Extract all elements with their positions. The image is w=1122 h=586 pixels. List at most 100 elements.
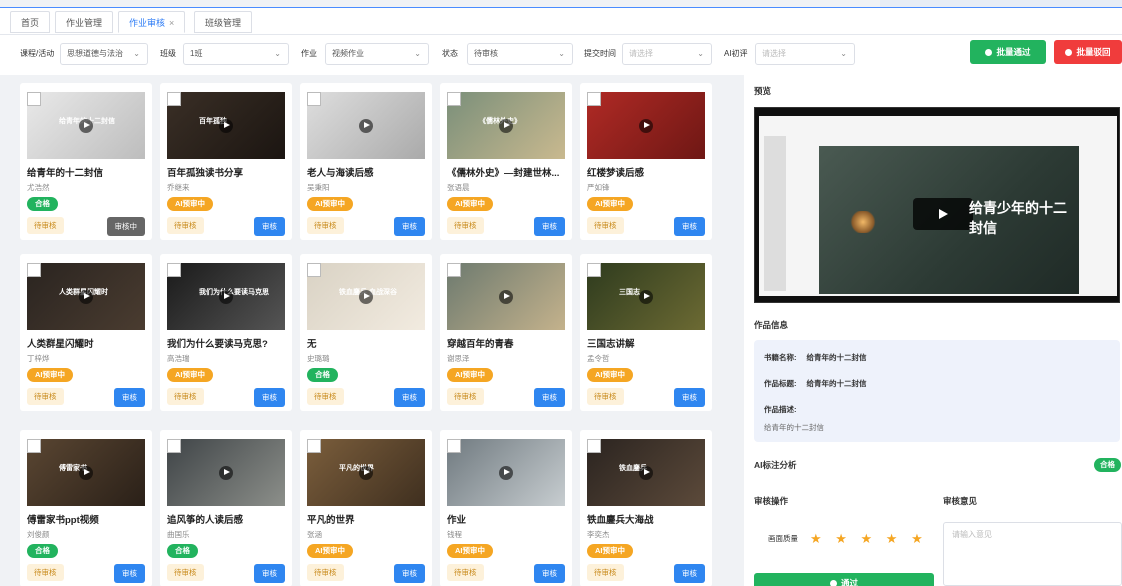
video-thumbnail[interactable]: 给青年的十二封信 — [27, 92, 145, 159]
homework-card[interactable]: 三国志 三国志讲解 孟令哲 AI预审中 待审核 审核 — [580, 254, 712, 411]
select-checkbox[interactable] — [167, 92, 181, 106]
homework-select[interactable]: 视频作业 ⌄ — [325, 43, 429, 65]
video-thumbnail[interactable]: 《儒林外史》 — [447, 92, 565, 159]
homework-card[interactable]: 作业 钱程 AI预审中 待审核 审核 — [440, 430, 572, 586]
select-checkbox[interactable] — [447, 439, 461, 453]
card-author: 尤浩然 — [27, 183, 50, 192]
video-thumbnail[interactable]: 傅雷家书 — [27, 439, 145, 506]
video-thumbnail[interactable]: 铁血鏖兵 — [587, 439, 705, 506]
card-title: 傅雷家书ppt视频 — [27, 515, 99, 526]
homework-card[interactable]: 铁血鏖兵 血战深谷无史璐璐 合格 待审核 审核 — [300, 254, 432, 411]
select-checkbox[interactable] — [27, 439, 41, 453]
homework-card[interactable]: 穿越百年的青春 谢思泽 AI预审中 待审核 审核 — [440, 254, 572, 411]
review-button[interactable]: 审核中 — [106, 217, 145, 236]
review-button[interactable]: 审核 — [254, 217, 285, 236]
video-thumbnail[interactable]: 铁血鏖兵 血战深谷 — [307, 263, 425, 330]
select-checkbox[interactable] — [27, 263, 41, 277]
review-button[interactable]: 审核 — [674, 564, 705, 583]
course-select[interactable]: 思想道德与法治 ⌄ — [60, 43, 148, 65]
play-icon[interactable] — [639, 289, 653, 304]
select-checkbox[interactable] — [307, 439, 321, 453]
play-icon[interactable] — [499, 118, 513, 133]
homework-card[interactable]: 百年孤独 百年孤独读书分享 乔继来 AI预审中 待审核 审核 — [160, 83, 292, 240]
submit-time-select[interactable]: 请选择 ⌄ — [622, 43, 712, 65]
homework-card[interactable]: 平凡的世界 平凡的世界 张涵 AI预审中 待审核 审核 — [300, 430, 432, 586]
homework-card[interactable]: 傅雷家书 傅雷家书ppt视频 刘俊颜 合格 待审核 审核 — [20, 430, 152, 586]
ai-review-select[interactable]: 请选择 ⌄ — [755, 43, 855, 65]
select-checkbox[interactable] — [167, 263, 181, 277]
review-button[interactable]: 审核 — [254, 564, 285, 583]
homework-card[interactable]: 《儒林外史》《儒林外史》—封建世林... 张语晨 AI预审中待审核 审核 — [440, 83, 572, 240]
play-icon[interactable] — [79, 465, 93, 480]
pending-tag: 待审核 — [307, 388, 344, 405]
play-icon[interactable] — [639, 465, 653, 480]
status-select[interactable]: 待审核 ⌄ — [467, 43, 573, 65]
select-checkbox[interactable] — [27, 92, 41, 106]
homework-card[interactable]: 追风筝的人读后感 曲国乐 合格 待审核 审核 — [160, 430, 292, 586]
review-button[interactable]: 审核 — [114, 564, 145, 583]
play-icon[interactable] — [359, 289, 373, 304]
select-checkbox[interactable] — [447, 92, 461, 106]
tab-homework-review[interactable]: 作业审核 × — [118, 11, 186, 33]
select-checkbox[interactable] — [167, 439, 181, 453]
homework-card[interactable]: 红楼梦读后感 严如锋 AI预审中 待审核 审核 — [580, 83, 712, 240]
review-button[interactable]: 审核 — [534, 564, 565, 583]
video-thumbnail[interactable]: 我们为什么要读马克思 — [167, 263, 285, 330]
select-checkbox[interactable] — [587, 263, 601, 277]
pass-button[interactable]: 通过 — [754, 573, 934, 586]
video-thumbnail[interactable] — [307, 92, 425, 159]
status-badge: 合格 — [307, 368, 338, 382]
review-button[interactable]: 审核 — [394, 217, 425, 236]
close-icon[interactable]: × — [169, 18, 174, 28]
star-rating[interactable]: ★ ★ ★ ★ ★ — [810, 531, 928, 547]
tab-class-management[interactable]: 班级管理 — [194, 11, 253, 33]
review-button[interactable]: 审核 — [254, 388, 285, 407]
video-thumbnail[interactable]: 百年孤独 — [167, 92, 285, 159]
play-icon[interactable] — [499, 289, 513, 304]
tab-homework-management[interactable]: 作业管理 — [55, 11, 114, 33]
tab-home[interactable]: 首页 — [10, 11, 51, 33]
homework-card[interactable]: 我们为什么要读马克思 我们为什么要读马克思? 高浩瑞 AI预审中 待审核 审核 — [160, 254, 292, 411]
homework-card[interactable]: 老人与海读后感 吴秉阳 AI预审中 待审核 审核 — [300, 83, 432, 240]
play-icon[interactable] — [639, 118, 653, 133]
play-icon[interactable] — [913, 198, 973, 230]
play-icon[interactable] — [499, 465, 513, 480]
batch-reject-button[interactable]: 批量驳回 — [1054, 40, 1122, 64]
play-icon[interactable] — [219, 118, 233, 133]
video-thumbnail[interactable] — [587, 92, 705, 159]
class-select[interactable]: 1班 ⌄ — [183, 43, 289, 65]
play-icon[interactable] — [359, 118, 373, 133]
review-button[interactable]: 审核 — [114, 388, 145, 407]
video-preview[interactable]: 给青少年的十二封信 — [754, 107, 1120, 303]
select-checkbox[interactable] — [307, 92, 321, 106]
play-icon[interactable] — [219, 465, 233, 480]
video-thumbnail[interactable] — [447, 263, 565, 330]
review-button[interactable]: 审核 — [674, 388, 705, 407]
review-button[interactable]: 审核 — [394, 564, 425, 583]
play-icon[interactable] — [359, 465, 373, 480]
select-checkbox[interactable] — [587, 92, 601, 106]
play-icon[interactable] — [219, 289, 233, 304]
video-thumbnail[interactable]: 平凡的世界 — [307, 439, 425, 506]
homework-card[interactable]: 铁血鏖兵 铁血鏖兵大海战 李奕杰 AI预审中 待审核 审核 — [580, 430, 712, 586]
opinion-input[interactable]: 请输入意见 — [943, 522, 1122, 586]
homework-card[interactable]: 人类群星闪耀时人类群星闪耀时丁梓烨AI预审中待审核审核 — [20, 254, 152, 411]
review-button[interactable]: 审核 — [534, 388, 565, 407]
video-thumbnail[interactable]: 三国志 — [587, 263, 705, 330]
video-thumbnail[interactable] — [447, 439, 565, 506]
batch-pass-button[interactable]: 批量通过 — [970, 40, 1046, 64]
status-value: 待审核 — [474, 49, 498, 58]
select-checkbox[interactable] — [307, 263, 321, 277]
chevron-down-icon: ⌄ — [274, 49, 281, 58]
video-thumbnail[interactable]: 人类群星闪耀时 — [27, 263, 145, 330]
review-button[interactable]: 审核 — [394, 388, 425, 407]
play-icon[interactable] — [79, 289, 93, 304]
play-icon[interactable] — [79, 118, 93, 133]
select-checkbox[interactable] — [447, 263, 461, 277]
review-button[interactable]: 审核 — [534, 217, 565, 236]
homework-card[interactable]: 给青年的十二封信给青年的十二封信尤浩然合格待审核审核中 — [20, 83, 152, 240]
video-thumbnail[interactable] — [167, 439, 285, 506]
review-button[interactable]: 审核 — [674, 217, 705, 236]
select-checkbox[interactable] — [587, 439, 601, 453]
card-title: 老人与海读后感 — [307, 168, 374, 179]
